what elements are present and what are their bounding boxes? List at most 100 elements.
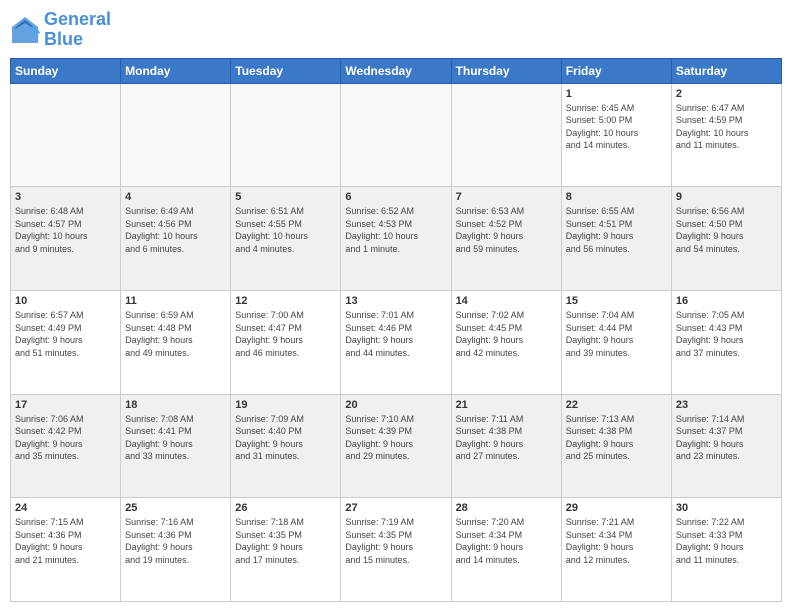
day-cell: 5 Sunrise: 6:51 AM Sunset: 4:55 PM Daylig…: [231, 187, 341, 291]
day-info: Sunrise: 7:14 AM Sunset: 4:37 PM Dayligh…: [676, 413, 777, 463]
day-number: 17: [15, 399, 116, 411]
day-number: 13: [345, 295, 446, 307]
day-header-thursday: Thursday: [451, 58, 561, 83]
day-info: Sunrise: 7:22 AM Sunset: 4:33 PM Dayligh…: [676, 516, 777, 566]
day-number: 25: [125, 502, 226, 514]
day-cell: 2 Sunrise: 6:47 AM Sunset: 4:59 PM Daylig…: [671, 83, 781, 187]
calendar-body: 1Sunrise: 6:45 AM Sunset: 5:00 PM Daylig…: [11, 83, 782, 601]
day-number: 22: [566, 399, 667, 411]
week-row-1: 3Sunrise: 6:48 AM Sunset: 4:57 PM Daylig…: [11, 187, 782, 291]
day-cell: 6Sunrise: 6:52 AM Sunset: 4:53 PM Daylig…: [341, 187, 451, 291]
day-info: Sunrise: 7:11 AM Sunset: 4:38 PM Dayligh…: [456, 413, 557, 463]
day-cell: [341, 83, 451, 187]
day-info: Sunrise: 7:05 AM Sunset: 4:43 PM Dayligh…: [676, 309, 777, 359]
day-info: Sunrise: 7:06 AM Sunset: 4:42 PM Dayligh…: [15, 413, 116, 463]
calendar-table: SundayMondayTuesdayWednesdayThursdayFrid…: [10, 58, 782, 602]
day-number: 3: [15, 191, 116, 203]
day-number: 7: [456, 191, 557, 203]
day-number: 8: [566, 191, 667, 203]
week-row-4: 24 Sunrise: 7:15 AM Sunset: 4:36 PM Dayli…: [11, 498, 782, 602]
day-info: Sunrise: 6:57 AM Sunset: 4:49 PM Dayligh…: [15, 309, 116, 359]
day-info: Sunrise: 6:51 AM Sunset: 4:55 PM Dayligh…: [235, 205, 336, 255]
day-number: 29: [566, 502, 667, 514]
day-cell: 24 Sunrise: 7:15 AM Sunset: 4:36 PM Dayli…: [11, 498, 121, 602]
day-number: 23: [676, 399, 777, 411]
day-header-sunday: Sunday: [11, 58, 121, 83]
day-cell: 26Sunrise: 7:18 AM Sunset: 4:35 PM Dayli…: [231, 498, 341, 602]
day-number: 9: [676, 191, 777, 203]
day-cell: 28 Sunrise: 7:20 AM Sunset: 4:34 PM Dayli…: [451, 498, 561, 602]
day-cell: [11, 83, 121, 187]
day-number: 14: [456, 295, 557, 307]
day-cell: 30 Sunrise: 7:22 AM Sunset: 4:33 PM Dayli…: [671, 498, 781, 602]
day-number: 24: [15, 502, 116, 514]
day-cell: 23 Sunrise: 7:14 AM Sunset: 4:37 PM Dayli…: [671, 394, 781, 498]
day-header-saturday: Saturday: [671, 58, 781, 83]
day-cell: 16Sunrise: 7:05 AM Sunset: 4:43 PM Dayli…: [671, 290, 781, 394]
day-cell: 4 Sunrise: 6:49 AM Sunset: 4:56 PM Daylig…: [121, 187, 231, 291]
day-header-wednesday: Wednesday: [341, 58, 451, 83]
day-header-monday: Monday: [121, 58, 231, 83]
day-number: 18: [125, 399, 226, 411]
day-number: 20: [345, 399, 446, 411]
day-number: 10: [15, 295, 116, 307]
day-info: Sunrise: 6:56 AM Sunset: 4:50 PM Dayligh…: [676, 205, 777, 255]
day-cell: [231, 83, 341, 187]
day-info: Sunrise: 6:49 AM Sunset: 4:56 PM Dayligh…: [125, 205, 226, 255]
day-info: Sunrise: 6:55 AM Sunset: 4:51 PM Dayligh…: [566, 205, 667, 255]
day-number: 28: [456, 502, 557, 514]
day-number: 27: [345, 502, 446, 514]
day-info: Sunrise: 6:53 AM Sunset: 4:52 PM Dayligh…: [456, 205, 557, 255]
day-cell: 19Sunrise: 7:09 AM Sunset: 4:40 PM Dayli…: [231, 394, 341, 498]
day-info: Sunrise: 6:47 AM Sunset: 4:59 PM Dayligh…: [676, 102, 777, 152]
logo: General Blue: [10, 10, 111, 50]
day-info: Sunrise: 6:45 AM Sunset: 5:00 PM Dayligh…: [566, 102, 667, 152]
day-cell: 9 Sunrise: 6:56 AM Sunset: 4:50 PM Daylig…: [671, 187, 781, 291]
day-info: Sunrise: 7:19 AM Sunset: 4:35 PM Dayligh…: [345, 516, 446, 566]
day-cell: 7 Sunrise: 6:53 AM Sunset: 4:52 PM Daylig…: [451, 187, 561, 291]
day-cell: 13Sunrise: 7:01 AM Sunset: 4:46 PM Dayli…: [341, 290, 451, 394]
day-cell: 29 Sunrise: 7:21 AM Sunset: 4:34 PM Dayli…: [561, 498, 671, 602]
day-header-friday: Friday: [561, 58, 671, 83]
day-number: 12: [235, 295, 336, 307]
day-header-tuesday: Tuesday: [231, 58, 341, 83]
day-info: Sunrise: 7:15 AM Sunset: 4:36 PM Dayligh…: [15, 516, 116, 566]
day-cell: 25 Sunrise: 7:16 AM Sunset: 4:36 PM Dayli…: [121, 498, 231, 602]
day-number: 5: [235, 191, 336, 203]
day-number: 26: [235, 502, 336, 514]
day-number: 11: [125, 295, 226, 307]
day-number: 15: [566, 295, 667, 307]
day-info: Sunrise: 7:10 AM Sunset: 4:39 PM Dayligh…: [345, 413, 446, 463]
day-info: Sunrise: 7:04 AM Sunset: 4:44 PM Dayligh…: [566, 309, 667, 359]
day-cell: 15 Sunrise: 7:04 AM Sunset: 4:44 PM Dayli…: [561, 290, 671, 394]
day-info: Sunrise: 7:08 AM Sunset: 4:41 PM Dayligh…: [125, 413, 226, 463]
day-info: Sunrise: 7:20 AM Sunset: 4:34 PM Dayligh…: [456, 516, 557, 566]
day-cell: 20 Sunrise: 7:10 AM Sunset: 4:39 PM Dayli…: [341, 394, 451, 498]
day-cell: 22Sunrise: 7:13 AM Sunset: 4:38 PM Dayli…: [561, 394, 671, 498]
week-row-2: 10 Sunrise: 6:57 AM Sunset: 4:49 PM Dayli…: [11, 290, 782, 394]
day-number: 2: [676, 88, 777, 100]
logo-icon: [10, 15, 40, 45]
day-cell: 1Sunrise: 6:45 AM Sunset: 5:00 PM Daylig…: [561, 83, 671, 187]
day-cell: 27 Sunrise: 7:19 AM Sunset: 4:35 PM Dayli…: [341, 498, 451, 602]
day-cell: [121, 83, 231, 187]
day-info: Sunrise: 7:21 AM Sunset: 4:34 PM Dayligh…: [566, 516, 667, 566]
day-cell: 11 Sunrise: 6:59 AM Sunset: 4:48 PM Dayli…: [121, 290, 231, 394]
week-row-0: 1Sunrise: 6:45 AM Sunset: 5:00 PM Daylig…: [11, 83, 782, 187]
day-number: 4: [125, 191, 226, 203]
week-row-3: 17 Sunrise: 7:06 AM Sunset: 4:42 PM Dayli…: [11, 394, 782, 498]
day-cell: 12Sunrise: 7:00 AM Sunset: 4:47 PM Dayli…: [231, 290, 341, 394]
day-number: 19: [235, 399, 336, 411]
day-number: 30: [676, 502, 777, 514]
calendar-page: General Blue SundayMondayTuesdayWednesda…: [0, 0, 792, 612]
day-info: Sunrise: 7:02 AM Sunset: 4:45 PM Dayligh…: [456, 309, 557, 359]
day-cell: 3Sunrise: 6:48 AM Sunset: 4:57 PM Daylig…: [11, 187, 121, 291]
day-cell: [451, 83, 561, 187]
day-cell: 21Sunrise: 7:11 AM Sunset: 4:38 PM Dayli…: [451, 394, 561, 498]
day-info: Sunrise: 6:59 AM Sunset: 4:48 PM Dayligh…: [125, 309, 226, 359]
day-cell: 14 Sunrise: 7:02 AM Sunset: 4:45 PM Dayli…: [451, 290, 561, 394]
logo-text: General Blue: [44, 10, 111, 50]
day-cell: 18 Sunrise: 7:08 AM Sunset: 4:41 PM Dayli…: [121, 394, 231, 498]
day-info: Sunrise: 7:16 AM Sunset: 4:36 PM Dayligh…: [125, 516, 226, 566]
day-header-row: SundayMondayTuesdayWednesdayThursdayFrid…: [11, 58, 782, 83]
